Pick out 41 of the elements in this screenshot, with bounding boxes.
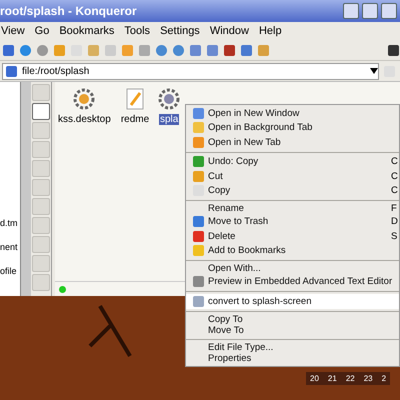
menu-item[interactable]: Open With... [186, 263, 399, 274]
menu-item[interactable]: Delete S [186, 229, 399, 244]
menu-item[interactable]: Undo: Copy C [186, 154, 399, 169]
dropdown-arrow-icon[interactable] [370, 68, 378, 74]
menu-item[interactable]: Copy To [186, 314, 399, 325]
maximize-button[interactable] [362, 3, 378, 19]
file-name[interactable]: kss.desktop [57, 114, 112, 125]
text-file-icon [126, 88, 144, 110]
menu-item[interactable]: Properties [186, 353, 399, 364]
menu-item[interactable]: Open in Background Tab [186, 120, 399, 135]
menu-item[interactable]: Bookmarks [59, 25, 114, 37]
tree-item[interactable]: d.tm [0, 218, 20, 228]
window-title: root/splash - Konqueror [0, 4, 137, 18]
menu-item[interactable]: Cut C [186, 169, 399, 184]
menu-item[interactable]: Help [258, 25, 282, 37]
minimize-button[interactable] [343, 3, 359, 19]
file-name[interactable]: spla [158, 114, 180, 125]
close-button[interactable] [381, 3, 397, 19]
menu-item[interactable]: Move To [186, 325, 399, 336]
location-field[interactable]: file:/root/splash [2, 62, 379, 80]
menu-item[interactable]: convert to splash-screen [186, 294, 399, 308]
menu-item[interactable]: Tools [124, 25, 150, 37]
menu-item[interactable]: Edit File Type... [186, 342, 399, 353]
menu-item[interactable]: Open in New Window [186, 106, 399, 120]
menu-item[interactable]: Move to Trash D [186, 214, 399, 229]
menu-item[interactable]: Copy C [186, 184, 399, 198]
scrollbar[interactable] [20, 82, 31, 296]
tree-item[interactable]: nent [0, 242, 20, 252]
menu-item[interactable]: View [1, 25, 25, 37]
tree-item[interactable]: ofile [0, 266, 20, 276]
status-indicator [59, 286, 66, 292]
menu-item[interactable]: Add to Bookmarks [186, 244, 399, 258]
menu-item[interactable]: Settings [160, 25, 200, 37]
menu-item[interactable]: Window [210, 25, 249, 37]
menu-item[interactable]: Go [34, 25, 50, 37]
menu-item[interactable]: Rename F [186, 203, 399, 214]
menu-item[interactable]: Open in New Tab [186, 135, 399, 150]
menu-item[interactable]: Preview in Embedded Advanced Text Editor [186, 274, 399, 289]
file-name[interactable]: redme [120, 114, 150, 125]
calendar-widget: 20 21 22 23 2 [306, 372, 390, 385]
sidebar-tab[interactable] [32, 103, 50, 120]
